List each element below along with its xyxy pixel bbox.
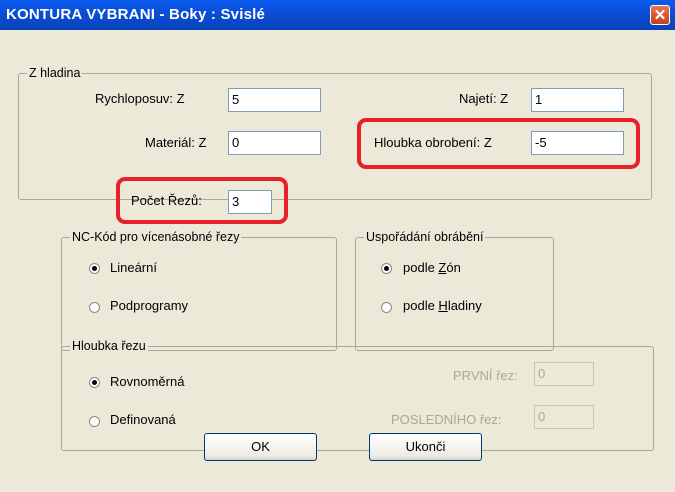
last-cut-label: POSLEDNÍHO řez: [391, 412, 502, 427]
depth-uniform-label[interactable]: Rovnoměrná [110, 374, 184, 390]
nc-code-legend: NC-Kód pro vícenásobné řezy [70, 230, 242, 244]
cancel-button[interactable]: Ukonči [369, 433, 482, 461]
first-cut-label: PRVNÍ řez: [453, 368, 518, 383]
title-bar: KONTURA VYBRANI - Boky : Svislé ✕ [0, 0, 675, 30]
close-icon: ✕ [653, 7, 667, 24]
close-button[interactable]: ✕ [650, 5, 670, 25]
approach-label: Najetí: Z [459, 91, 509, 106]
last-cut-input[interactable]: 0 [534, 405, 594, 429]
nc-subprogram-label[interactable]: Podprogramy [110, 298, 188, 314]
ok-button[interactable]: OK [204, 433, 317, 461]
order-zones-radio[interactable] [381, 263, 392, 274]
order-levels-label[interactable]: podle Hladiny [403, 298, 482, 314]
window-title: KONTURA VYBRANI - Boky : Svislé [6, 6, 266, 23]
machining-order-group: Uspořádání obrábění [355, 230, 554, 351]
cuts-highlight [116, 177, 288, 224]
nc-linear-label[interactable]: Lineární [110, 260, 157, 276]
nc-linear-radio[interactable] [89, 263, 100, 274]
order-levels-radio[interactable] [381, 302, 392, 313]
rapid-input[interactable]: 5 [228, 88, 321, 112]
dialog-body: Z hladina Rychloposuv: Z 5 Najetí: Z 1 M… [0, 30, 675, 492]
machining-order-legend: Uspořádání obrábění [364, 230, 486, 244]
depth-defined-radio[interactable] [89, 416, 100, 427]
first-cut-input[interactable]: 0 [534, 362, 594, 386]
nc-code-group: NC-Kód pro vícenásobné řezy [61, 230, 337, 351]
rapid-label: Rychloposuv: Z [95, 91, 185, 106]
depth-uniform-radio[interactable] [89, 377, 100, 388]
material-label: Materiál: Z [145, 135, 207, 150]
depth-defined-label[interactable]: Definovaná [110, 412, 176, 428]
nc-subprogram-radio[interactable] [89, 302, 100, 313]
z-level-legend: Z hladina [27, 66, 83, 80]
order-zones-label[interactable]: podle Zón [403, 260, 461, 276]
depth-highlight [357, 118, 640, 169]
approach-input[interactable]: 1 [531, 88, 624, 112]
material-input[interactable]: 0 [228, 131, 321, 155]
cut-depth-legend: Hloubka řezu [70, 339, 148, 353]
